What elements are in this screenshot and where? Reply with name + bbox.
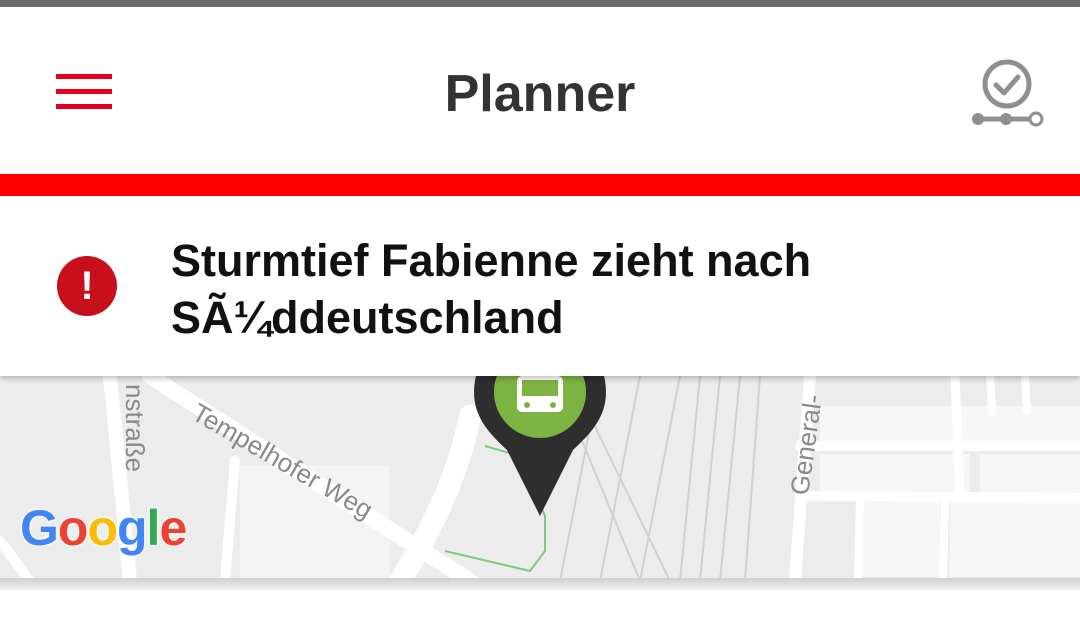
clock-route-icon xyxy=(972,59,1044,127)
page-title: Planner xyxy=(444,65,636,123)
google-logo: Google xyxy=(20,500,187,556)
bus-icon xyxy=(517,376,563,412)
bottom-sheet xyxy=(0,590,1080,621)
app-bar: Planner xyxy=(0,7,1080,174)
accent-bar xyxy=(0,174,1080,196)
sheet-shadow xyxy=(0,578,1080,590)
street-label: nstraße xyxy=(120,384,150,472)
disruption-alert[interactable]: ! Sturmtief Fabienne zieht nach SÃ¼ddeut… xyxy=(0,196,1080,376)
exclamation-icon: ! xyxy=(57,256,117,316)
status-bar-edge xyxy=(0,0,1080,7)
my-trips-button[interactable] xyxy=(964,57,1054,137)
alert-message: Sturmtief Fabienne zieht nach SÃ¼ddeutsc… xyxy=(171,235,812,343)
map-view[interactable]: nstraße Tempelhofer Weg General- Google xyxy=(0,376,1080,581)
